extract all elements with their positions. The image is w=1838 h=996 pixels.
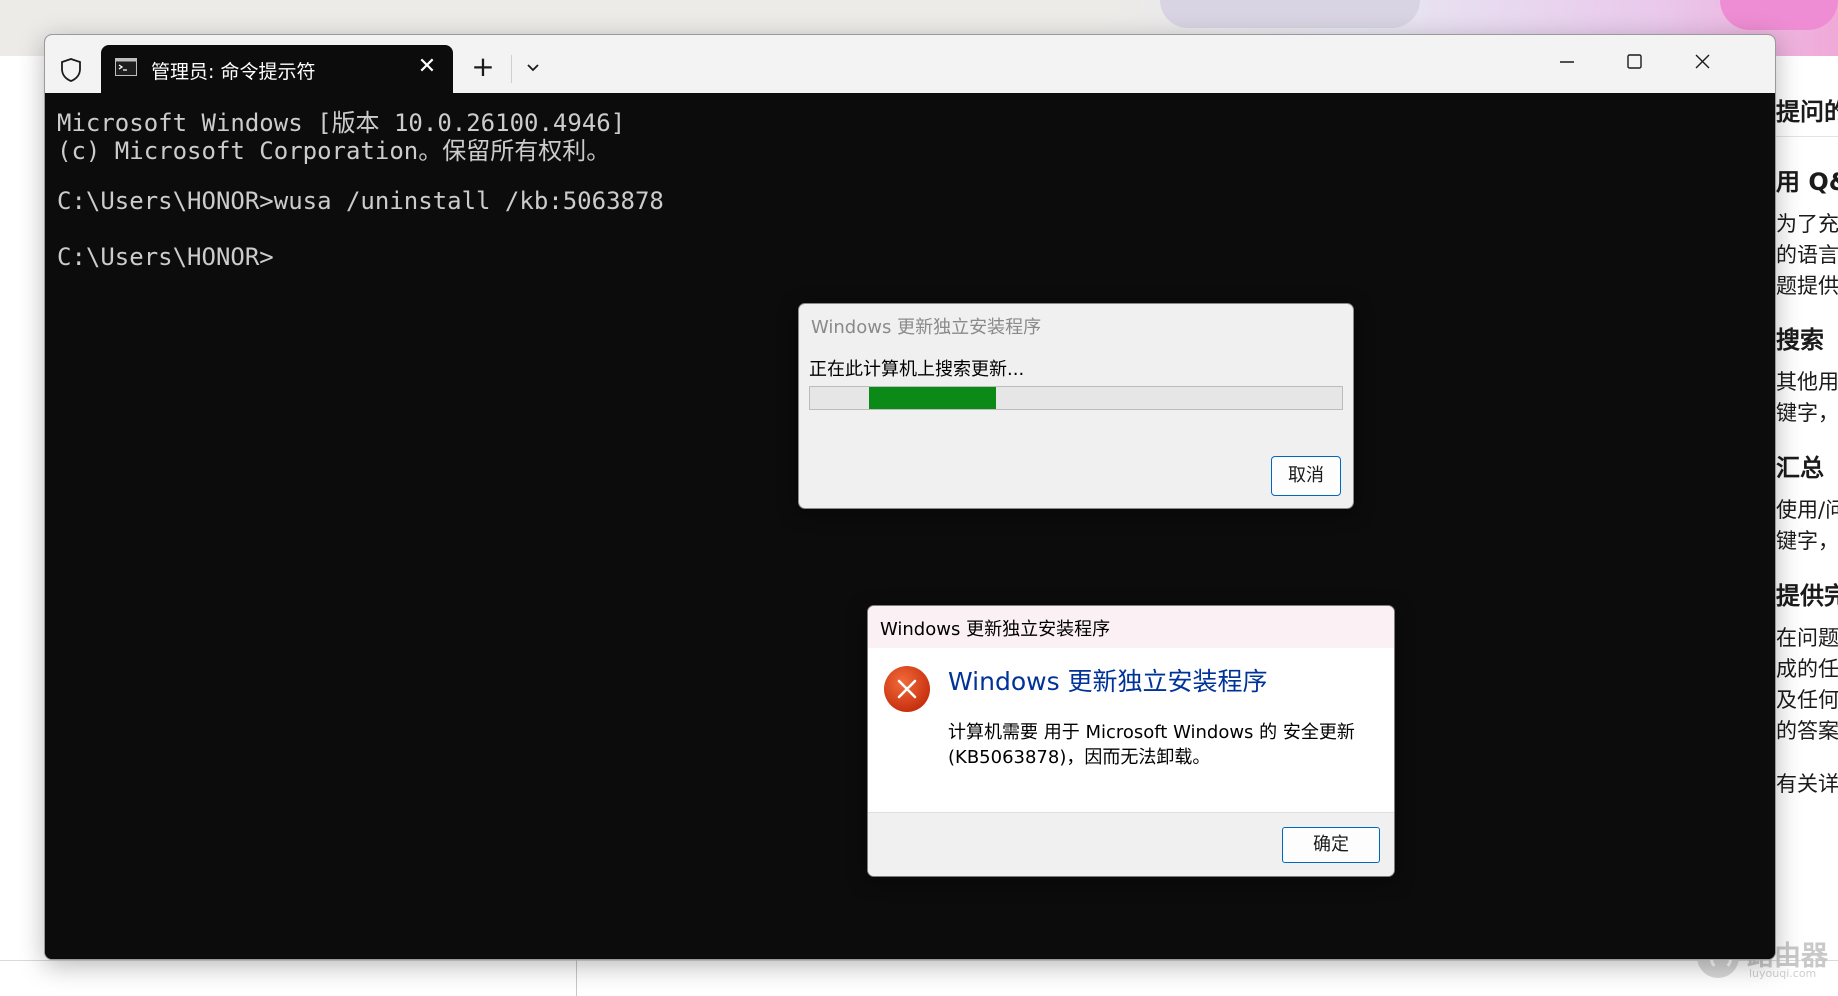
dialog-title: Windows 更新独立安装程序 xyxy=(811,317,1042,338)
tab-separator xyxy=(511,55,512,83)
minimize-icon[interactable] xyxy=(1533,35,1601,93)
search-status-text: 正在此计算机上搜索更新... xyxy=(809,359,1025,380)
article-text: 及任何 xyxy=(1776,688,1838,712)
close-tab-icon[interactable]: ✕ xyxy=(409,49,445,85)
background-article: 提问的 用 Q& 为了充 的语言 题提供 搜索 其他用 键字， 汇总 使用/问 … xyxy=(1776,92,1838,812)
article-heading: 用 Q& xyxy=(1776,168,1838,196)
article-text: 有关详 xyxy=(1776,772,1838,796)
article-text: 的语言 xyxy=(1776,243,1838,267)
cancel-button[interactable]: 取消 xyxy=(1271,456,1341,496)
article-heading: 提问的 xyxy=(1776,98,1838,126)
error-message: (KB5063878)，因而无法卸载。 xyxy=(948,747,1211,768)
background-divider xyxy=(576,960,577,996)
chevron-down-icon[interactable] xyxy=(515,49,551,85)
shield-icon xyxy=(61,58,81,82)
article-text: 键字， xyxy=(1776,401,1838,425)
command-prompt-icon xyxy=(115,58,137,76)
progress-bar xyxy=(809,386,1343,410)
dialog-title: Windows 更新独立安装程序 xyxy=(880,619,1111,640)
article-text: 为了充 xyxy=(1776,212,1838,236)
new-tab-button[interactable]: + xyxy=(465,49,501,85)
terminal-titlebar[interactable]: 管理员: 命令提示符 ✕ + xyxy=(45,35,1775,93)
wallpaper-shape xyxy=(1160,0,1420,28)
wallpaper-shape xyxy=(1720,0,1838,30)
dialog-titlebar: Windows 更新独立安装程序 xyxy=(868,606,1394,648)
article-heading: 搜索 xyxy=(1776,326,1824,354)
terminal-line: (c) Microsoft Corporation。保留所有权利。 xyxy=(57,137,611,165)
article-heading: 提供完 xyxy=(1776,582,1838,610)
ok-button[interactable]: 确定 xyxy=(1282,827,1380,863)
article-text: 题提供 xyxy=(1776,274,1838,298)
article-text: 的答案 xyxy=(1776,719,1838,743)
article-text: 在问题 xyxy=(1776,626,1838,650)
article-heading: 汇总 xyxy=(1776,454,1824,482)
article-divider xyxy=(1776,136,1838,137)
article-text: 键字， xyxy=(1776,529,1838,553)
tab-command-prompt[interactable]: 管理员: 命令提示符 ✕ xyxy=(101,45,453,93)
error-icon xyxy=(884,666,930,712)
close-window-icon[interactable] xyxy=(1669,35,1737,93)
watermark-subtext: luyouqi.com xyxy=(1749,967,1817,980)
terminal-prompt: C:\Users\HONOR> xyxy=(57,243,274,271)
progress-bar-fill xyxy=(868,387,997,409)
article-text: 使用/问 xyxy=(1776,498,1838,522)
terminal-line: C:\Users\HONOR>wusa /uninstall /kb:50638… xyxy=(57,187,664,215)
article-text: 其他用 xyxy=(1776,370,1838,394)
article-text: 成的任 xyxy=(1776,657,1838,681)
tab-title: 管理员: 命令提示符 xyxy=(151,61,316,83)
dialog-heading: Windows 更新独立安装程序 xyxy=(948,667,1268,696)
error-message: 计算机需要 用于 Microsoft Windows 的 安全更新 xyxy=(948,722,1355,743)
maximize-icon[interactable] xyxy=(1601,35,1669,93)
update-search-dialog[interactable]: Windows 更新独立安装程序 正在此计算机上搜索更新... 取消 xyxy=(798,303,1354,509)
uninstall-error-dialog[interactable]: Windows 更新独立安装程序 Windows 更新独立安装程序 计算机需要 … xyxy=(867,605,1395,877)
background-divider xyxy=(0,960,1838,961)
